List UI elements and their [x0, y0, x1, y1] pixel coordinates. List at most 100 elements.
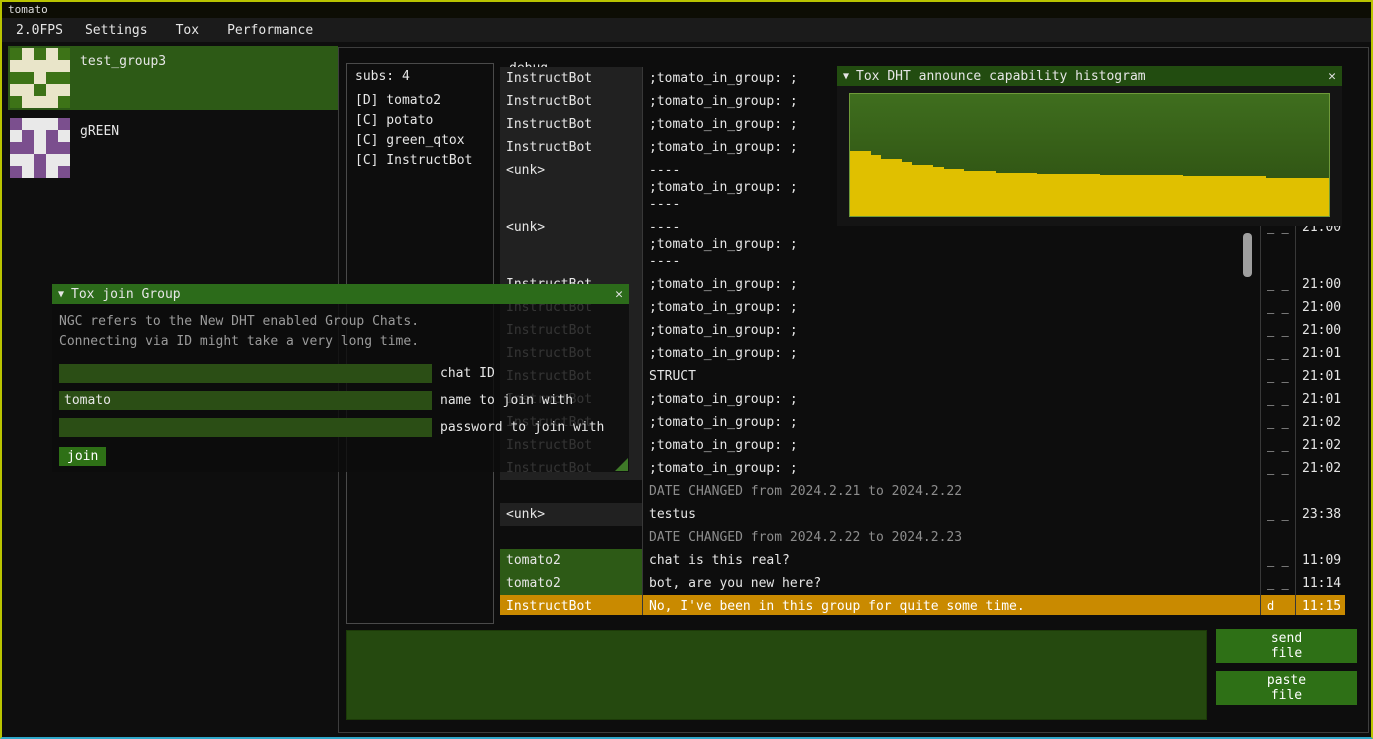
chat-message-time: 21:01	[1296, 365, 1345, 388]
histogram-bar	[1183, 176, 1193, 216]
histogram-bar	[1245, 176, 1255, 216]
contact-name: test_group3	[80, 54, 166, 69]
histogram-bar	[1141, 175, 1151, 216]
chat-message-text: chat is this real?	[643, 549, 1261, 572]
send-file-button[interactable]: send file	[1216, 629, 1357, 663]
menu-item-settings[interactable]: Settings	[71, 21, 162, 40]
chat-message-flags	[1261, 526, 1296, 549]
histogram-bar	[1287, 178, 1297, 216]
app-window: tomato 2.0FPS SettingsToxPerformance tes…	[0, 0, 1373, 739]
chat-message-time: 11:15	[1296, 595, 1345, 615]
chat-message-time: 21:00	[1296, 319, 1345, 342]
chat-message-text: ;tomato_in_group: ;	[643, 457, 1261, 480]
histogram-bar	[1162, 175, 1172, 216]
dht-histogram-window: ▼ Tox DHT announce capability histogram …	[837, 66, 1342, 226]
contact-test_group3[interactable]: test_group3	[8, 46, 338, 110]
subs-item[interactable]: [C] InstructBot	[347, 151, 493, 171]
chat-message-time: 21:00	[1296, 296, 1345, 319]
collapse-arrow-icon[interactable]: ▼	[843, 71, 849, 82]
subs-item[interactable]: [C] potato	[347, 111, 493, 131]
chat-sender-name: <unk>	[500, 503, 643, 526]
name-to-join-with-input[interactable]	[59, 391, 432, 410]
histogram-bar	[964, 171, 974, 216]
date-changed-row: DATE CHANGED from 2024.2.21 to 2024.2.22	[500, 480, 1345, 503]
contact-name: gREEN	[80, 124, 119, 139]
chat-sender-name: InstructBot	[500, 595, 643, 615]
close-icon[interactable]: ✕	[1328, 69, 1336, 84]
chat-message-flags: d	[1261, 595, 1296, 615]
subs-item[interactable]: [C] green_qtox	[347, 131, 493, 151]
chat-message-row[interactable]: tomato2bot, are you new here?_ _11:14	[500, 572, 1345, 595]
resize-grip[interactable]	[615, 458, 628, 471]
histogram-bar	[1048, 174, 1058, 216]
chat-message-row[interactable]: InstructBotNo, I've been in this group f…	[500, 595, 1345, 615]
histogram-bar	[923, 165, 933, 216]
chat-message-time: 21:02	[1296, 434, 1345, 457]
histogram-bar	[860, 151, 870, 216]
password-to-join-with-input[interactable]	[59, 418, 432, 437]
join-info-line: NGC refers to the New DHT enabled Group …	[59, 312, 629, 332]
chat-sender-name: InstructBot	[500, 67, 643, 90]
join-window-body: NGC refers to the New DHT enabled Group …	[52, 304, 629, 472]
chat-message-flags: _ _	[1261, 572, 1296, 595]
chat-message-text: No, I've been in this group for quite so…	[643, 595, 1261, 615]
subs-item[interactable]: [D] tomato2	[347, 91, 493, 111]
histogram-bar	[1069, 174, 1079, 216]
histogram-bar	[1017, 173, 1027, 216]
histogram-plot	[849, 93, 1330, 217]
chat-message-text: ;tomato_in_group: ;	[643, 388, 1261, 411]
histogram-bar	[1079, 174, 1089, 216]
field-label: password to join with	[440, 420, 604, 435]
chat-message-flags: _ _	[1261, 457, 1296, 480]
menu-bar: 2.0FPS SettingsToxPerformance	[2, 18, 1371, 42]
histogram-bar	[1256, 176, 1266, 216]
histogram-bar	[954, 169, 964, 216]
chat-message-flags: _ _	[1261, 273, 1296, 296]
join-window-titlebar[interactable]: ▼ Tox join Group ✕	[52, 284, 629, 304]
chat-message-flags: _ _	[1261, 411, 1296, 434]
chat-message-flags: _ _	[1261, 503, 1296, 526]
chat-sender-name: <unk>	[500, 216, 643, 273]
chat-ID-input[interactable]	[59, 364, 432, 383]
chat-message-flags: _ _	[1261, 296, 1296, 319]
histogram-bar	[933, 167, 943, 216]
chat-message-row[interactable]: tomato2chat is this real?_ _11:09	[500, 549, 1345, 572]
chat-message-text: ;tomato_in_group: ;	[643, 434, 1261, 457]
histogram-bar	[1308, 178, 1318, 216]
chat-message-text: ;tomato_in_group: ;	[643, 319, 1261, 342]
close-icon[interactable]: ✕	[615, 287, 623, 302]
histogram-bar	[1318, 178, 1328, 216]
chat-scrollbar[interactable]	[1243, 233, 1252, 277]
chat-message-flags: _ _	[1261, 319, 1296, 342]
fps-indicator: 2.0FPS	[8, 21, 71, 40]
histogram-bar	[1235, 176, 1245, 216]
chat-message-time: 23:38	[1296, 503, 1345, 526]
chat-sender-name: InstructBot	[500, 136, 643, 159]
histogram-window-titlebar[interactable]: ▼ Tox DHT announce capability histogram …	[837, 66, 1342, 86]
histogram-bar	[1006, 173, 1016, 216]
histogram-bar	[892, 159, 902, 216]
chat-sender-name: InstructBot	[500, 90, 643, 113]
join-fields: chat IDname to join withpassword to join…	[59, 364, 629, 437]
chat-message-text: ;tomato_in_group: ;	[643, 273, 1261, 296]
contact-gREEN[interactable]: gREEN	[8, 116, 338, 180]
histogram-bar	[996, 173, 1006, 216]
chat-message-time: 21:00	[1296, 273, 1345, 296]
histogram-bar	[881, 159, 891, 216]
histogram-bar	[1204, 176, 1214, 216]
message-input[interactable]	[346, 630, 1207, 720]
collapse-arrow-icon[interactable]: ▼	[58, 289, 64, 300]
histogram-bar	[1100, 175, 1110, 216]
chat-message-time: 11:14	[1296, 572, 1345, 595]
histogram-bar	[1121, 175, 1131, 216]
chat-message-row[interactable]: <unk>testus_ _23:38	[500, 503, 1345, 526]
histogram-bar	[1027, 173, 1037, 216]
paste-file-button[interactable]: paste file	[1216, 671, 1357, 705]
chat-message-time	[1296, 480, 1345, 503]
chat-message-text: testus	[643, 503, 1261, 526]
histogram-bar	[1089, 174, 1099, 216]
menu-item-performance[interactable]: Performance	[213, 21, 327, 40]
join-button[interactable]: join	[59, 447, 106, 466]
chat-message-time: 21:02	[1296, 411, 1345, 434]
menu-item-tox[interactable]: Tox	[162, 21, 213, 40]
